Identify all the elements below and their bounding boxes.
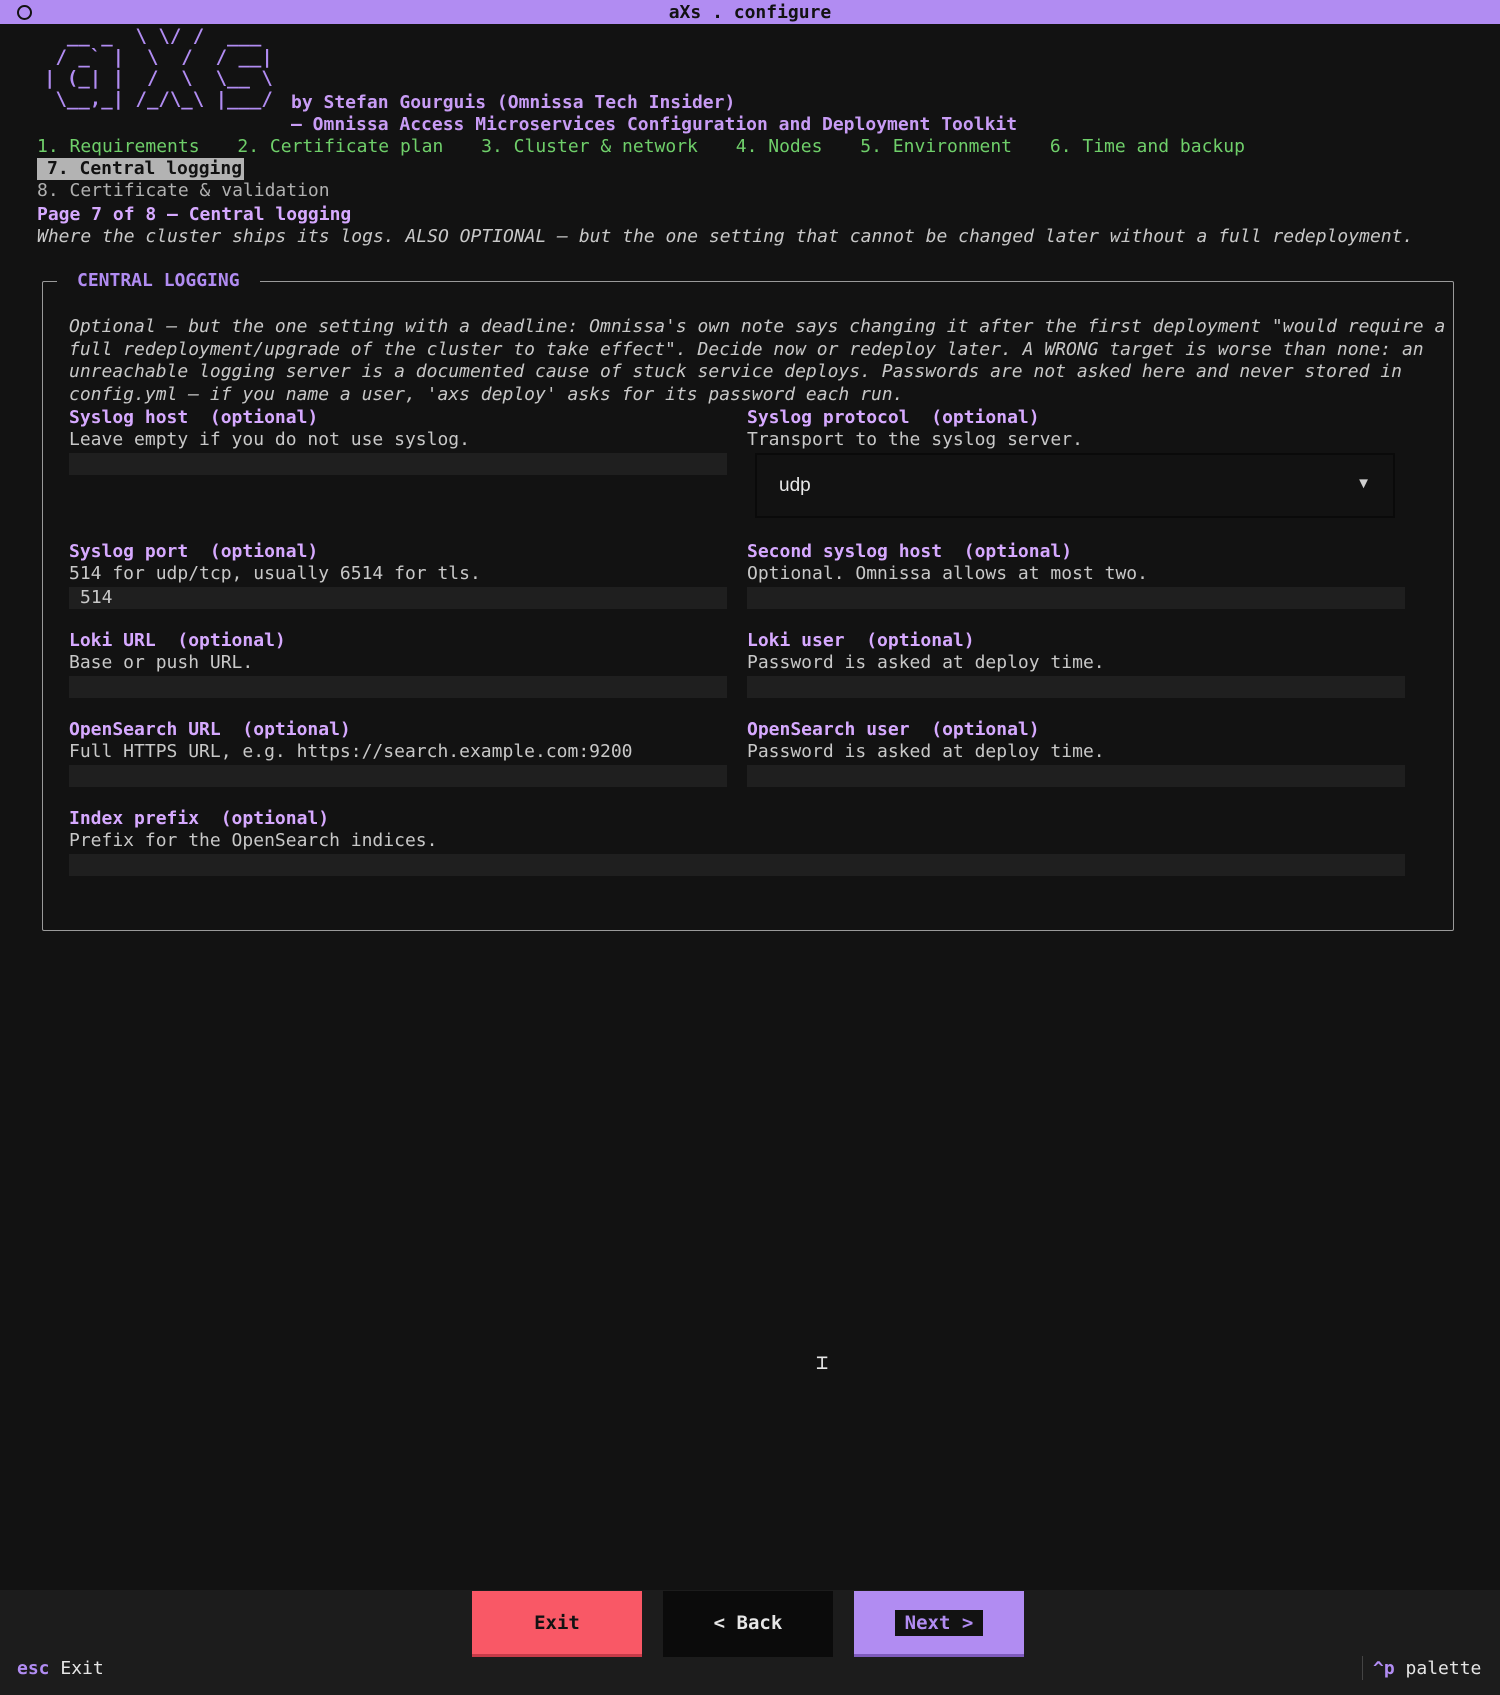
syslog-host-label: Syslog host (optional) (69, 407, 319, 428)
loki-user-input[interactable] (747, 676, 1405, 698)
syslog-protocol-select[interactable]: udp ▼ (755, 453, 1395, 518)
syslog-port-field: Syslog port (optional) 514 for udp/tcp, … (69, 541, 727, 609)
opensearch-user-help: Password is asked at deploy time. (747, 741, 1105, 762)
central-logging-panel: CENTRAL LOGGING Optional – but the one s… (42, 270, 1454, 931)
index-prefix-input[interactable] (69, 854, 1405, 876)
loki-url-label: Loki URL (optional) (69, 630, 286, 651)
toolkit-subtitle: – Omnissa Access Microservices Configura… (291, 114, 1018, 135)
loki-url-help: Base or push URL. (69, 652, 254, 673)
page-description: Where the cluster ships its logs. ALSO O… (37, 226, 1414, 247)
step-time-backup[interactable]: 6. Time and backup (1050, 136, 1245, 158)
loki-user-field: Loki user (optional) Password is asked a… (747, 630, 1405, 698)
second-syslog-host-label: Second syslog host (optional) (747, 541, 1073, 562)
step-central-logging-active[interactable]: 7. Central logging (37, 158, 245, 180)
opensearch-user-label: OpenSearch user (optional) (747, 719, 1040, 740)
author-byline: by Stefan Gourguis (Omnissa Tech Insider… (291, 92, 736, 113)
opensearch-url-help: Full HTTPS URL, e.g. https://search.exam… (69, 741, 633, 762)
page-heading: Page 7 of 8 – Central logging (37, 204, 352, 225)
syslog-port-input[interactable]: 514 (69, 587, 727, 609)
opensearch-url-label: OpenSearch URL (optional) (69, 719, 351, 740)
second-syslog-host-help: Optional. Omnissa allows at most two. (747, 563, 1148, 584)
syslog-protocol-label: Syslog protocol (optional) (747, 407, 1040, 428)
second-syslog-host-field: Second syslog host (optional) Optional. … (747, 541, 1405, 609)
syslog-port-label: Syslog port (optional) (69, 541, 319, 562)
syslog-host-field: Syslog host (optional) Leave empty if yo… (69, 407, 727, 475)
index-prefix-help: Prefix for the OpenSearch indices. (69, 830, 438, 851)
opensearch-url-field: OpenSearch URL (optional) Full HTTPS URL… (69, 719, 727, 787)
palette-hint[interactable]: ^p palette (1373, 1658, 1481, 1680)
syslog-protocol-field: Syslog protocol (optional) Transport to … (747, 407, 1395, 518)
exit-button[interactable]: Exit (472, 1591, 642, 1657)
opensearch-user-field: OpenSearch user (optional) Password is a… (747, 719, 1405, 787)
window-title: aXs . configure (668, 2, 832, 23)
panel-title: CENTRAL LOGGING (57, 270, 260, 291)
footer-divider (1362, 1656, 1363, 1680)
syslog-host-help: Leave empty if you do not use syslog. (69, 429, 470, 450)
syslog-protocol-help: Transport to the syslog server. (747, 429, 1083, 450)
opensearch-url-input[interactable] (69, 765, 727, 787)
syslog-host-input[interactable] (69, 453, 727, 475)
step-certificate-plan[interactable]: 2. Certificate plan (237, 136, 443, 158)
opensearch-user-input[interactable] (747, 765, 1405, 787)
panel-intro: Optional – but the one setting with a de… (69, 316, 1446, 405)
step-nodes[interactable]: 4. Nodes (736, 136, 823, 158)
loki-user-help: Password is asked at deploy time. (747, 652, 1105, 673)
index-prefix-label: Index prefix (optional) (69, 808, 330, 829)
window-circle-icon[interactable] (17, 5, 32, 20)
title-bar: aXs . configure (0, 0, 1500, 24)
wizard-steps: 1. Requirements 2. Certificate plan 3. C… (37, 136, 1477, 202)
index-prefix-field: Index prefix (optional) Prefix for the O… (69, 808, 1405, 876)
syslog-protocol-value: udp (779, 475, 811, 496)
palette-key: ^p (1373, 1658, 1395, 1679)
axs-ascii-logo: __ _ \ \/ / ___ / _` | \ / / __| | (_| |… (44, 25, 273, 110)
back-button[interactable]: < Back (663, 1591, 833, 1657)
next-button-label: Next > (894, 1610, 984, 1636)
text-cursor-icon: ⌶ (816, 1350, 829, 1374)
esc-key: esc (17, 1658, 50, 1679)
chevron-down-icon: ▼ (1356, 475, 1371, 492)
second-syslog-host-input[interactable] (747, 587, 1405, 609)
syslog-port-help: 514 for udp/tcp, usually 6514 for tls. (69, 563, 481, 584)
step-certificate-validation[interactable]: 8. Certificate & validation (37, 180, 330, 202)
esc-label: Exit (60, 1658, 104, 1679)
step-requirements[interactable]: 1. Requirements (37, 136, 200, 158)
step-cluster-network[interactable]: 3. Cluster & network (481, 136, 698, 158)
loki-url-field: Loki URL (optional) Base or push URL. (69, 630, 727, 698)
palette-label: palette (1405, 1658, 1482, 1679)
esc-exit-hint[interactable]: esc Exit (17, 1658, 104, 1680)
loki-url-input[interactable] (69, 676, 727, 698)
loki-user-label: Loki user (optional) (747, 630, 975, 651)
next-button[interactable]: Next > (854, 1591, 1024, 1657)
step-environment[interactable]: 5. Environment (860, 136, 1012, 158)
